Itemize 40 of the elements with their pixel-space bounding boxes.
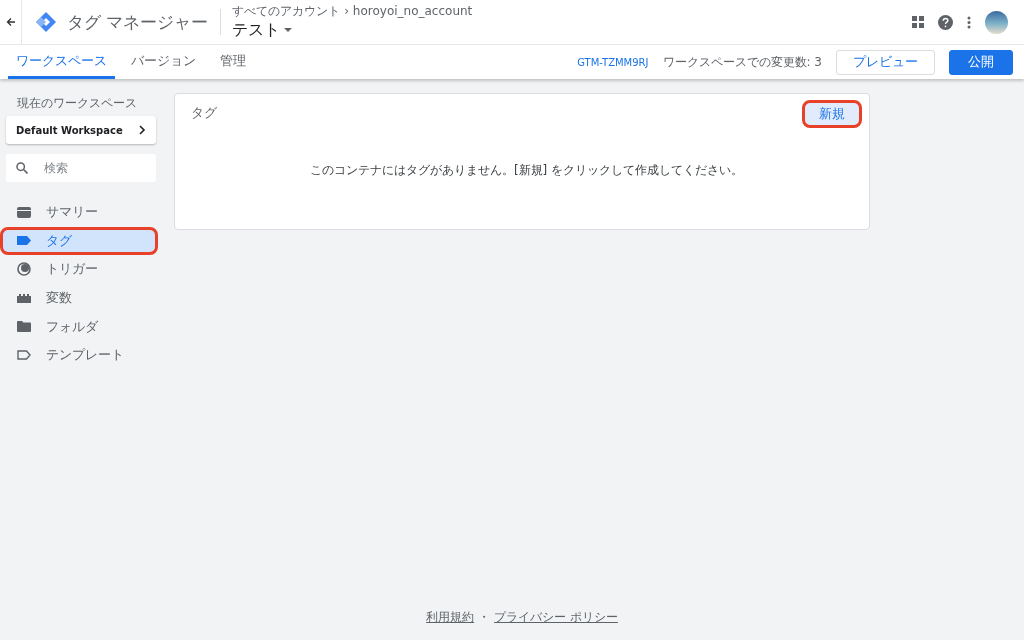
- search-field[interactable]: 検索: [6, 154, 156, 182]
- container-selector[interactable]: テスト: [232, 20, 473, 41]
- tray-icon: [17, 206, 31, 218]
- nav-item[interactable]: フォルダ: [0, 312, 155, 341]
- workspace-selector[interactable]: Default Workspace: [6, 116, 156, 144]
- nav-item[interactable]: タグ: [0, 226, 158, 256]
- label-outline-icon: [17, 350, 31, 361]
- separator: ・: [478, 609, 491, 626]
- back-arrow-icon: [5, 17, 16, 27]
- nav-item[interactable]: 変数: [0, 283, 155, 313]
- nav-item[interactable]: トリガー: [0, 255, 155, 284]
- folder-icon: [17, 321, 31, 333]
- chevron-right-icon: [139, 125, 146, 135]
- privacy-link[interactable]: プライバシー ポリシー: [494, 609, 618, 626]
- circle-icon: [17, 262, 31, 277]
- changes-count: ワークスペースでの変更数: 3: [662, 53, 822, 71]
- preview-button[interactable]: プレビュー: [836, 49, 935, 75]
- nav-item[interactable]: テンプレート: [0, 340, 155, 370]
- workspace-label: 現在のワークスペース: [17, 95, 138, 112]
- more-menu-icon[interactable]: [967, 15, 971, 29]
- caret-icon: [284, 28, 293, 33]
- avatar[interactable]: [985, 10, 1008, 34]
- app-title: タグ マネージャー: [67, 10, 209, 34]
- card-title: タグ: [191, 104, 217, 122]
- help-icon[interactable]: [938, 14, 953, 30]
- terms-link[interactable]: 利用規約: [426, 609, 475, 626]
- new-button[interactable]: 新規: [802, 100, 862, 128]
- tab[interactable]: バージョン: [123, 45, 204, 79]
- breadcrumb[interactable]: すべてのアカウント › horoyoi_no_account: [232, 3, 473, 20]
- nav-item[interactable]: サマリー: [0, 198, 155, 227]
- empty-message: このコンテナにはタグがありません。[新規] をクリックして作成してください。: [308, 162, 745, 179]
- blocks-icon: [17, 293, 31, 303]
- search-icon: [16, 162, 28, 174]
- container-id[interactable]: GTM-TZMM9RJ: [577, 56, 649, 68]
- tab[interactable]: 管理: [212, 45, 254, 79]
- publish-button[interactable]: 公開: [949, 49, 1013, 75]
- tab[interactable]: ワークスペース: [8, 45, 115, 79]
- label-icon: [17, 236, 31, 246]
- diamond-logo-icon: [35, 11, 57, 33]
- apps-grid-icon[interactable]: [912, 16, 924, 28]
